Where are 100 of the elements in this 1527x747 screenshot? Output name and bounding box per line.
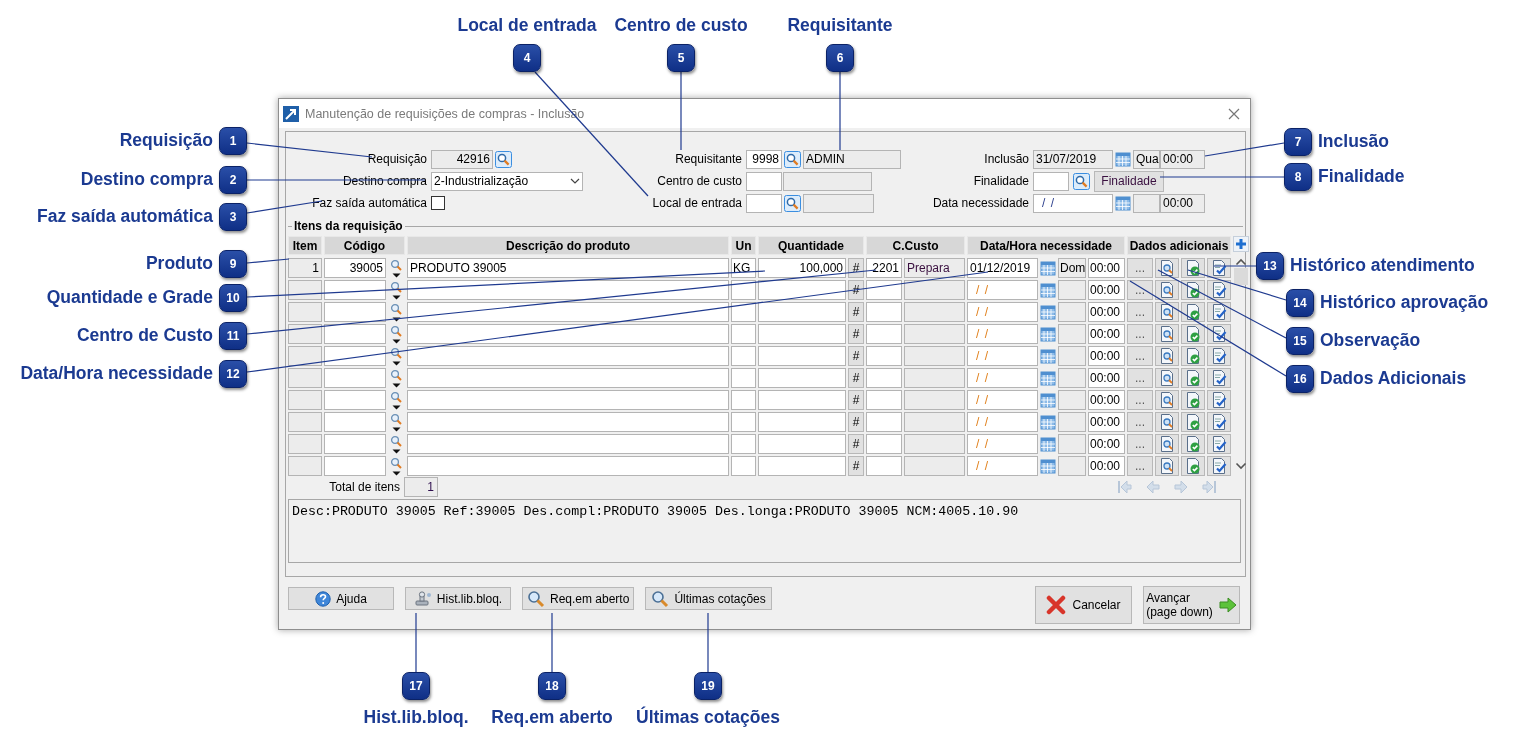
caret-icon[interactable] [392, 383, 401, 388]
input-field[interactable] [407, 346, 729, 366]
input-field[interactable] [407, 302, 729, 322]
input-field[interactable] [866, 302, 902, 322]
number-field[interactable]: 42916 [431, 149, 493, 169]
more-button[interactable]: ... [1127, 390, 1153, 410]
toolbar-button[interactable]: Req.em aberto [522, 587, 635, 610]
time-field[interactable]: 00:00 [1088, 434, 1125, 454]
input-field[interactable] [324, 412, 386, 432]
time-field[interactable]: 00:00 [1088, 412, 1125, 432]
input-field[interactable] [866, 456, 902, 476]
calendar-icon[interactable] [1040, 414, 1056, 430]
input-field[interactable] [731, 346, 756, 366]
notes-button[interactable] [1207, 346, 1231, 366]
input-field[interactable] [866, 324, 902, 344]
caret-icon[interactable] [392, 295, 401, 300]
history-button[interactable] [1155, 324, 1179, 344]
input-field[interactable]: PRODUTO 39005 [407, 258, 729, 278]
toolbar-button[interactable]: Hist.lib.bloq. [405, 587, 511, 610]
notes-button[interactable] [1207, 302, 1231, 322]
caret-icon[interactable] [392, 471, 401, 476]
notes-button[interactable] [1207, 390, 1231, 410]
input-field[interactable]: 2201 [866, 258, 902, 278]
checkbox[interactable] [431, 196, 445, 210]
grade-button[interactable]: # [848, 368, 864, 388]
date-field[interactable]: 01/12/2019 [967, 258, 1038, 278]
input-field[interactable] [324, 434, 386, 454]
time-field[interactable]: 00:00 [1160, 149, 1205, 169]
input-field[interactable] [746, 193, 782, 213]
calendar-icon[interactable] [1040, 326, 1056, 342]
more-button[interactable]: ... [1127, 280, 1153, 300]
search-icon[interactable] [390, 281, 403, 293]
input-field[interactable] [407, 434, 729, 454]
input-field[interactable] [866, 434, 902, 454]
input-field[interactable] [407, 324, 729, 344]
approval-button[interactable] [1181, 302, 1205, 322]
input-field[interactable] [324, 456, 386, 476]
more-button[interactable]: ... [1127, 302, 1153, 322]
approval-button[interactable] [1181, 412, 1205, 432]
more-button[interactable]: ... [1127, 346, 1153, 366]
input-field[interactable] [758, 280, 846, 300]
date-field[interactable]: / / [1033, 193, 1113, 213]
scroll-down-icon[interactable] [1235, 462, 1247, 470]
calendar-icon[interactable] [1040, 370, 1056, 386]
calendar-icon[interactable] [1040, 392, 1056, 408]
scrollbar-thumb[interactable] [1234, 268, 1248, 285]
calendar-icon[interactable] [1040, 458, 1056, 474]
grade-button[interactable]: # [848, 456, 864, 476]
scroll-up-icon[interactable] [1235, 258, 1247, 266]
time-field[interactable]: 00:00 [1088, 390, 1125, 410]
toolbar-button[interactable]: Últimas cotações [645, 587, 772, 610]
more-button[interactable]: ... [1127, 368, 1153, 388]
notes-button[interactable] [1207, 456, 1231, 476]
input-field[interactable] [746, 171, 782, 191]
more-button[interactable]: ... [1127, 324, 1153, 344]
calendar-icon[interactable] [1115, 195, 1131, 211]
input-field[interactable] [731, 368, 756, 388]
cancel-button[interactable]: Cancelar [1035, 586, 1132, 624]
notes-button[interactable] [1207, 258, 1231, 278]
input-field[interactable] [866, 280, 902, 300]
more-button[interactable]: ... [1127, 258, 1153, 278]
search-button[interactable] [495, 150, 512, 168]
input-field[interactable] [1033, 171, 1069, 191]
approval-button[interactable] [1181, 390, 1205, 410]
input-field[interactable] [324, 324, 386, 344]
input-field[interactable] [758, 368, 846, 388]
time-field[interactable]: 00:00 [1088, 280, 1125, 300]
input-field[interactable] [866, 412, 902, 432]
input-field[interactable]: 9998 [746, 149, 782, 169]
grade-button[interactable]: # [848, 324, 864, 344]
time-field[interactable]: 00:00 [1088, 346, 1125, 366]
history-button[interactable] [1155, 368, 1179, 388]
time-field[interactable]: 00:00 [1088, 258, 1125, 278]
history-button[interactable] [1155, 258, 1179, 278]
search-button[interactable] [784, 194, 801, 212]
input-field[interactable]: 39005 [324, 258, 386, 278]
caret-icon[interactable] [392, 405, 401, 410]
approval-button[interactable] [1181, 368, 1205, 388]
memo-field[interactable]: Desc:PRODUTO 39005 Ref:39005 Des.compl:PRODUTO 39005 Des.longa:PRODUTO 39005 NCM:4005.10.90 [288, 499, 1241, 563]
caret-icon[interactable] [392, 361, 401, 366]
notes-button[interactable] [1207, 324, 1231, 344]
input-field[interactable] [324, 390, 386, 410]
toolbar-button[interactable]: Ajuda [288, 587, 394, 610]
approval-button[interactable] [1181, 456, 1205, 476]
input-field[interactable] [407, 368, 729, 388]
time-field[interactable]: 00:00 [1088, 302, 1125, 322]
input-field[interactable] [731, 456, 756, 476]
caret-icon[interactable] [392, 273, 401, 278]
grade-button[interactable]: # [848, 346, 864, 366]
notes-button[interactable] [1207, 434, 1231, 454]
plus-icon[interactable] [1233, 236, 1249, 252]
input-field[interactable] [866, 368, 902, 388]
grade-button[interactable]: # [848, 434, 864, 454]
time-field[interactable]: 00:00 [1160, 193, 1205, 213]
more-button[interactable]: ... [1127, 412, 1153, 432]
input-field[interactable] [758, 456, 846, 476]
history-button[interactable] [1155, 412, 1179, 432]
caret-icon[interactable] [392, 427, 401, 432]
approval-button[interactable] [1181, 280, 1205, 300]
input-field[interactable] [324, 280, 386, 300]
